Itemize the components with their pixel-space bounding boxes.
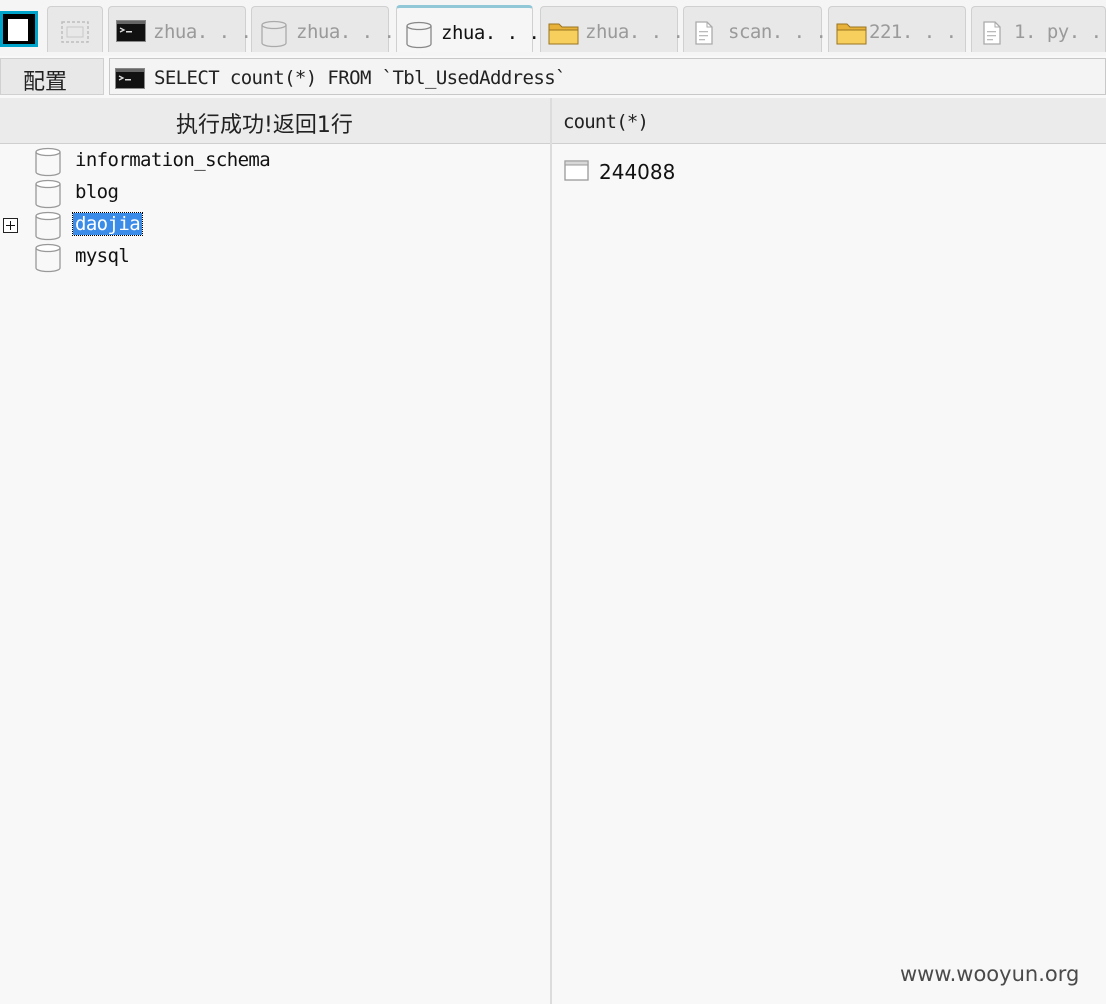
tree-item-information-schema[interactable]: information_schema bbox=[0, 146, 540, 177]
watermark: www.wooyun.org bbox=[900, 962, 1080, 986]
tab-file[interactable]: scan. . . bbox=[683, 6, 827, 52]
column-header-label: count(*) bbox=[563, 111, 649, 133]
tab-label: 1. py. . . bbox=[1014, 21, 1106, 43]
tree-item-daojia[interactable]: daojia bbox=[0, 210, 540, 241]
tab-file[interactable]: 1. py. . . bbox=[971, 6, 1106, 52]
tree-item-label: blog bbox=[75, 181, 119, 203]
tab-folder[interactable]: 221. . . . bbox=[828, 6, 979, 52]
database-icon bbox=[33, 243, 63, 277]
tab-label: zhua. . . bbox=[296, 21, 395, 43]
terminal-icon bbox=[115, 68, 145, 93]
pane-divider[interactable] bbox=[550, 98, 552, 1004]
tree-item-label: mysql bbox=[75, 245, 130, 267]
tab-label: 221. . . . bbox=[869, 21, 979, 43]
tab-label: zhua. . . bbox=[441, 22, 540, 44]
tab-terminal[interactable]: zhua. . . bbox=[108, 6, 252, 52]
command-row: 配置 SELECT count(*) FROM `Tbl_UsedAddress… bbox=[0, 57, 1106, 97]
database-icon bbox=[33, 179, 63, 213]
tree-item-label: daojia bbox=[71, 212, 144, 236]
tab-label: scan. . . bbox=[728, 21, 827, 43]
database-icon bbox=[404, 21, 434, 53]
folder-icon bbox=[548, 20, 580, 50]
config-label: 配置 bbox=[23, 70, 68, 95]
terminal-icon bbox=[116, 20, 146, 46]
selection-icon bbox=[60, 20, 90, 48]
status-header: 执行成功!返回1行 bbox=[0, 98, 551, 144]
tab-database[interactable]: zhua. . . bbox=[251, 6, 395, 52]
window-menu-button[interactable] bbox=[0, 11, 38, 47]
tab-blank[interactable] bbox=[47, 6, 103, 52]
tab-database-active[interactable]: zhua. . . bbox=[396, 5, 540, 53]
tab-folder[interactable]: zhua. . . bbox=[540, 6, 684, 52]
expand-icon[interactable] bbox=[3, 218, 18, 233]
command-input[interactable]: SELECT count(*) FROM `Tbl_UsedAddress` bbox=[109, 58, 1106, 95]
tree-item-label: information_schema bbox=[75, 149, 271, 171]
tab-label: zhua. . . bbox=[585, 21, 684, 43]
database-icon bbox=[259, 20, 289, 52]
folder-icon bbox=[836, 20, 868, 50]
status-text: 执行成功!返回1行 bbox=[176, 113, 353, 138]
row-icon bbox=[564, 160, 590, 186]
tree-item-mysql[interactable]: mysql bbox=[0, 242, 540, 273]
tree-item-blog[interactable]: blog bbox=[0, 178, 540, 209]
result-row[interactable]: 244088 bbox=[562, 156, 1062, 186]
database-icon bbox=[33, 211, 63, 245]
window-icon bbox=[8, 19, 28, 41]
database-icon bbox=[33, 147, 63, 181]
sql-query-text: SELECT count(*) FROM `Tbl_UsedAddress` bbox=[154, 67, 566, 89]
result-cell: 244088 bbox=[599, 160, 676, 184]
file-icon bbox=[691, 20, 717, 50]
file-icon bbox=[979, 20, 1005, 50]
tab-bar: zhua. . . zhua. . . zhua. . . zhua. . . … bbox=[0, 0, 1106, 56]
tab-label: zhua. . . bbox=[153, 21, 252, 43]
result-column-header[interactable]: count(*) bbox=[552, 98, 1106, 144]
config-button[interactable]: 配置 bbox=[0, 58, 104, 95]
